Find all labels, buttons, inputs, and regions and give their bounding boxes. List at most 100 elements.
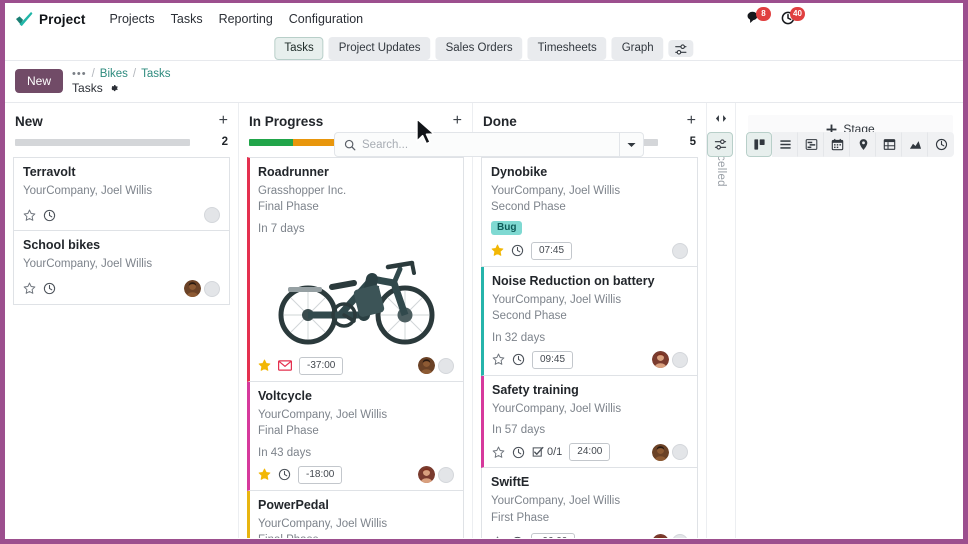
sliders-icon	[675, 43, 688, 56]
column-add-card-button[interactable]: +	[453, 113, 462, 129]
pivot-view-button[interactable]	[876, 132, 902, 157]
new-button[interactable]: New	[15, 69, 63, 93]
avatar[interactable]	[652, 534, 669, 538]
map-view-button[interactable]	[850, 132, 876, 157]
kanban-column-cancelled-collapsed[interactable]: Cancelled	[707, 103, 736, 538]
time-badge[interactable]: 09:45	[532, 351, 573, 369]
kanban-card[interactable]: Safety trainingYourCompany, Joel WillisI…	[481, 376, 698, 468]
time-badge[interactable]: -37:00	[299, 357, 343, 375]
unread-mail-icon[interactable]	[278, 360, 292, 371]
breadcrumb-overflow-button[interactable]: •••	[72, 68, 87, 80]
card-title: Safety training	[492, 383, 688, 399]
column-cards: DynobikeYourCompany, Joel WillisSecond P…	[481, 157, 698, 538]
kanban-card[interactable]: SwiftEYourCompany, Joel WillisFirst Phas…	[481, 468, 698, 538]
schedule-activity-icon[interactable]	[278, 468, 291, 481]
subtask-progress[interactable]: 0/1	[532, 446, 562, 458]
graph-view-button[interactable]	[902, 132, 928, 157]
kanban-card[interactable]: RoadrunnerGrasshopper Inc.Final PhaseIn …	[247, 157, 464, 382]
column-count: 2	[222, 136, 228, 148]
avatar[interactable]	[652, 351, 669, 368]
priority-star-icon[interactable]	[492, 446, 505, 459]
card-footer: -06:00	[491, 533, 688, 538]
time-badge[interactable]: 24:00	[569, 443, 610, 461]
activity-view-button[interactable]	[928, 132, 954, 157]
kanban-card[interactable]: PowerPedalYourCompany, Joel WillisFinal …	[247, 491, 464, 538]
column-progress-bar[interactable]	[15, 139, 190, 146]
gantt-view-button[interactable]	[798, 132, 824, 157]
column-title: New	[15, 114, 43, 129]
assignee-avatar-placeholder[interactable]	[672, 352, 688, 368]
nav-item-reporting[interactable]: Reporting	[211, 8, 281, 30]
assignee-avatar-placeholder[interactable]	[438, 467, 454, 483]
tab-graph[interactable]: Graph	[612, 37, 664, 60]
priority-star-icon[interactable]	[23, 282, 36, 295]
nav-item-tasks[interactable]: Tasks	[163, 8, 211, 30]
assignee-avatar-placeholder[interactable]	[204, 281, 220, 297]
tab-sales-orders[interactable]: Sales Orders	[436, 37, 523, 60]
schedule-activity-icon[interactable]	[511, 536, 524, 538]
search-box[interactable]	[334, 132, 644, 157]
breadcrumb-item-tasks[interactable]: Tasks	[141, 68, 170, 80]
assignee-avatar-placeholder[interactable]	[438, 358, 454, 374]
priority-star-icon[interactable]	[258, 359, 271, 372]
column-add-card-button[interactable]: +	[687, 113, 696, 129]
priority-star-icon[interactable]	[492, 353, 505, 366]
column-header: New +2	[13, 103, 230, 148]
list-view-button[interactable]	[772, 132, 798, 157]
messages-button[interactable]: 8	[747, 10, 769, 28]
tab-timesheets[interactable]: Timesheets	[528, 37, 607, 60]
kanban-card[interactable]: VoltcycleYourCompany, Joel WillisFinal P…	[247, 382, 464, 491]
kanban-view-button[interactable]	[746, 132, 772, 157]
schedule-activity-icon[interactable]	[43, 282, 56, 295]
priority-star-icon[interactable]	[23, 209, 36, 222]
nav-item-projects[interactable]: Projects	[101, 8, 162, 30]
top-navbar: Project Projects Tasks Reporting Configu…	[5, 3, 963, 35]
avatar[interactable]	[418, 466, 435, 483]
schedule-activity-icon[interactable]	[512, 446, 525, 459]
assignee-avatar-placeholder[interactable]	[672, 243, 688, 259]
priority-star-icon[interactable]	[491, 536, 504, 538]
card-footer: 09:45	[492, 351, 688, 369]
search-dropdown-button[interactable]	[619, 133, 643, 156]
column-add-card-button[interactable]: +	[219, 113, 228, 129]
card-tag[interactable]: Bug	[491, 221, 522, 235]
schedule-activity-icon[interactable]	[43, 209, 56, 222]
tab-settings-button[interactable]	[669, 40, 694, 57]
priority-star-icon[interactable]	[258, 468, 271, 481]
schedule-activity-icon[interactable]	[511, 244, 524, 257]
expand-arrows-icon[interactable]	[714, 114, 728, 123]
tab-project-updates[interactable]: Project Updates	[329, 37, 431, 60]
schedule-activity-icon[interactable]	[512, 353, 525, 366]
kanban-card[interactable]: Noise Reduction on batteryYourCompany, J…	[481, 267, 698, 376]
nav-item-configuration[interactable]: Configuration	[281, 8, 371, 30]
assignee-avatar-placeholder[interactable]	[672, 534, 688, 538]
card-image	[258, 243, 454, 350]
breadcrumb-item-bikes[interactable]: Bikes	[100, 68, 128, 80]
breadcrumb-path: ••• / Bikes / Tasks	[72, 68, 171, 80]
card-phase: Second Phase	[491, 199, 688, 216]
tab-tasks[interactable]: Tasks	[274, 37, 323, 60]
assignee-avatar-placeholder[interactable]	[204, 207, 220, 223]
card-assignees	[652, 534, 688, 538]
card-assignees	[652, 351, 688, 368]
clock-icon	[935, 138, 948, 151]
avatar[interactable]	[418, 357, 435, 374]
assignee-avatar-placeholder[interactable]	[672, 444, 688, 460]
card-deadline: In 57 days	[492, 424, 688, 436]
priority-star-icon[interactable]	[491, 244, 504, 257]
gear-icon[interactable]	[108, 83, 119, 94]
card-customer: YourCompany, Joel Willis	[23, 256, 220, 273]
kanban-card[interactable]: DynobikeYourCompany, Joel WillisSecond P…	[481, 157, 698, 267]
time-badge[interactable]: -18:00	[298, 466, 342, 484]
avatar[interactable]	[652, 444, 669, 461]
breadcrumb-separator: /	[133, 68, 136, 80]
search-input[interactable]	[362, 139, 619, 151]
calendar-view-button[interactable]	[824, 132, 850, 157]
activities-button[interactable]: 40	[781, 10, 803, 28]
time-badge[interactable]: 07:45	[531, 242, 572, 260]
avatar[interactable]	[184, 280, 201, 297]
kanban-card[interactable]: School bikesYourCompany, Joel Willis	[13, 231, 230, 304]
time-badge[interactable]: -06:00	[531, 533, 575, 538]
kanban-card[interactable]: TerravoltYourCompany, Joel Willis	[13, 157, 230, 231]
filter-settings-button[interactable]	[707, 132, 733, 157]
